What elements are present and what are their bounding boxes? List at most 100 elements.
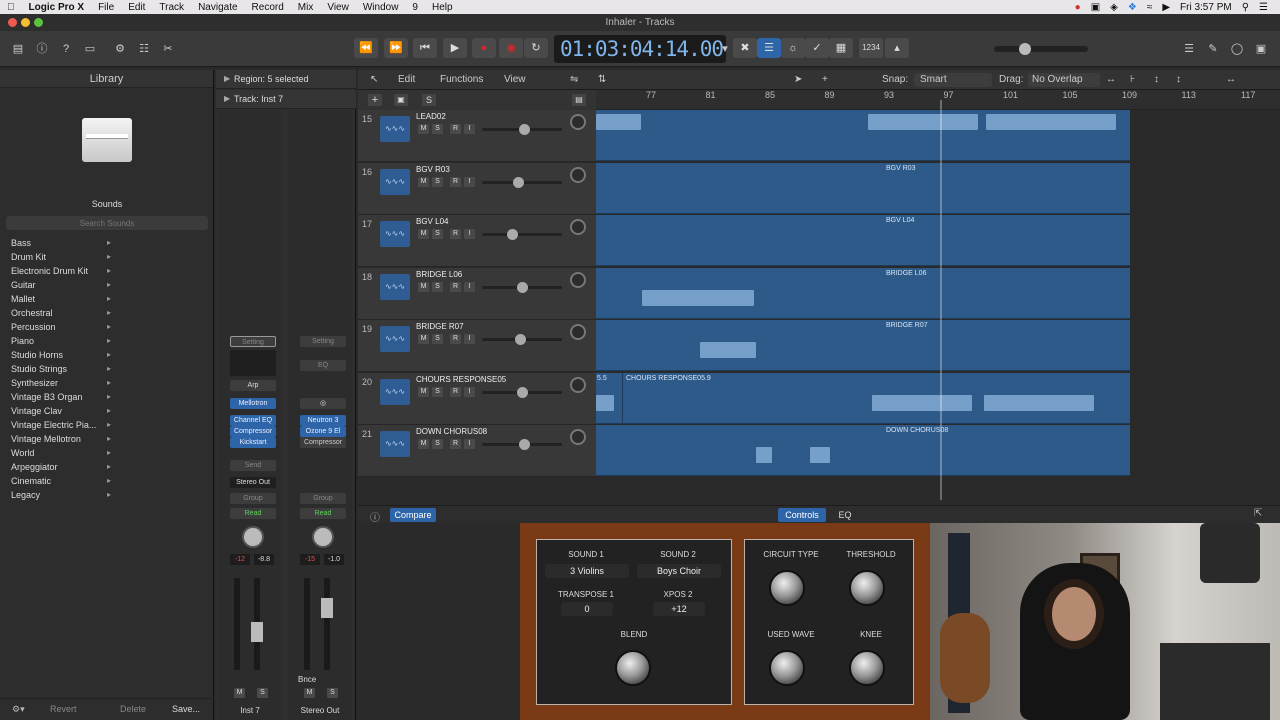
loop-browser-icon[interactable]: ◯: [1228, 40, 1246, 58]
track-volume-slider[interactable]: [482, 124, 562, 135]
track-name[interactable]: BRIDGE R07: [416, 322, 464, 331]
wifi-icon[interactable]: ≈: [1147, 2, 1153, 13]
track-pan-knob[interactable]: [570, 429, 586, 445]
track-header[interactable]: 21 ∿∿∿ DOWN CHORUS08 M S R I: [358, 425, 596, 477]
audio-fx-slot-2[interactable]: Compressor: [230, 426, 276, 437]
track-header[interactable]: 15 ∿∿∿ LEAD02 M S R I: [358, 110, 596, 162]
track-mute-button[interactable]: M: [418, 386, 429, 397]
track-volume-slider[interactable]: [482, 281, 562, 293]
cpu-meter[interactable]: 1234: [859, 38, 883, 58]
dropbox-icon[interactable]: ❖: [1128, 2, 1137, 13]
track-solo-button[interactable]: S: [432, 386, 443, 397]
menu-app-name[interactable]: Logic Pro X: [22, 2, 92, 13]
replace-button[interactable]: ◉: [499, 38, 523, 58]
bounce-button[interactable]: Bnce: [298, 675, 316, 684]
smart-controls-icon[interactable]: ⚙: [111, 40, 129, 58]
audio-region[interactable]: BRIDGE L06: [596, 267, 1130, 319]
menu-track[interactable]: Track: [152, 2, 191, 13]
track-volume-knob[interactable]: [515, 334, 526, 345]
group-slot[interactable]: Group: [230, 493, 276, 504]
status-icon-shield[interactable]: ◈: [1110, 2, 1118, 13]
track-volume-slider[interactable]: [482, 334, 562, 345]
vertical-fit-icon[interactable]: ↕: [1154, 74, 1159, 85]
library-category-item[interactable]: Guitar ▸: [11, 280, 111, 290]
library-category-item[interactable]: Studio Strings ▸: [11, 364, 111, 374]
library-category-item[interactable]: Electronic Drum Kit ▸: [11, 266, 111, 276]
track-header[interactable]: 20 ∿∿∿ CHOURS RESPONSE05 M S R I: [358, 372, 596, 425]
audio-fx-slot-2[interactable]: Ozone 9 El: [300, 426, 346, 437]
duplicate-track-icon[interactable]: ▣: [394, 94, 408, 106]
track-record-enable-button[interactable]: R: [450, 229, 461, 239]
track-pan-knob[interactable]: [570, 219, 586, 235]
search-sounds-input[interactable]: [6, 216, 208, 230]
audio-fx-slot-3[interactable]: Kickstart: [230, 437, 276, 448]
track-record-enable-button[interactable]: R: [450, 334, 461, 344]
rewind-button[interactable]: ⏪: [354, 38, 378, 58]
autopunch-button[interactable]: ✖: [733, 38, 757, 58]
solo-button[interactable]: ☼: [781, 38, 805, 58]
track-volume-knob[interactable]: [519, 124, 530, 135]
menu-edit[interactable]: Edit: [121, 2, 152, 13]
track-solo-button[interactable]: S: [432, 439, 443, 449]
region-inspector-header[interactable]: ▶ Region: 5 selected: [216, 70, 356, 89]
functions-menu[interactable]: Functions: [440, 74, 483, 85]
library-category-item[interactable]: Arpeggiator ▸: [11, 462, 111, 472]
link-icon[interactable]: ◎: [300, 398, 346, 409]
apple-icon[interactable]: : [0, 2, 22, 13]
pan-knob[interactable]: [312, 526, 334, 548]
view-menu[interactable]: View: [504, 74, 526, 85]
eq-thumbnail[interactable]: [230, 350, 276, 376]
track-pan-knob[interactable]: [570, 166, 586, 183]
catch-icon[interactable]: ⇋: [570, 74, 578, 85]
track-record-enable-button[interactable]: R: [450, 439, 461, 449]
editors-icon[interactable]: ✂: [159, 40, 177, 58]
track-header[interactable]: 17 ∿∿∿ BGV L04 M S R I: [358, 215, 596, 267]
track-volume-knob[interactable]: [513, 176, 524, 188]
zoom-horizontal-icon[interactable]: ↔: [1106, 74, 1116, 85]
track-name[interactable]: BRIDGE L06: [416, 270, 462, 279]
mute-button[interactable]: M: [234, 688, 245, 698]
compare-button[interactable]: Compare: [390, 508, 436, 522]
track-pan-knob[interactable]: [570, 271, 586, 288]
track-input-monitor-button[interactable]: I: [464, 229, 475, 239]
threshold-knob[interactable]: [849, 570, 885, 606]
save-button[interactable]: Save...: [172, 704, 200, 714]
track-mute-button[interactable]: M: [418, 176, 429, 187]
track-record-enable-button[interactable]: R: [450, 124, 461, 134]
blend-knob[interactable]: [615, 650, 651, 686]
used-wave-knob[interactable]: [769, 650, 805, 686]
menu-help[interactable]: Help: [425, 2, 460, 13]
library-category-item[interactable]: Cinematic ▸: [11, 476, 111, 486]
track-volume-knob[interactable]: [507, 229, 518, 240]
delete-button[interactable]: Delete: [120, 704, 146, 714]
setting-button[interactable]: Setting: [230, 336, 276, 347]
library-category-item[interactable]: Synthesizer ▸: [11, 378, 111, 388]
snap-select[interactable]: Smart: [914, 73, 992, 87]
audio-region[interactable]: BRIDGE R07: [596, 320, 1130, 371]
xpos-stepper[interactable]: +12: [653, 602, 705, 616]
revert-button[interactable]: Revert: [50, 704, 77, 714]
add-track-button[interactable]: +: [368, 94, 382, 106]
search-icon[interactable]: ⚲: [1242, 2, 1249, 13]
master-volume-slider[interactable]: [994, 43, 1088, 55]
arp-slot[interactable]: Arp: [230, 380, 276, 391]
transport-lcd[interactable]: 01:03:04:14.00: [554, 35, 726, 63]
track-solo-button[interactable]: S: [432, 334, 443, 344]
track-inspector-header[interactable]: ▶ Track: Inst 7: [216, 90, 356, 109]
cycle-button[interactable]: ↻: [524, 38, 548, 58]
audio-region[interactable]: DOWN CHORUS08: [596, 425, 1130, 476]
close-window-icon[interactable]: [8, 18, 17, 27]
audio-fx-slot-1[interactable]: Neutron 3: [300, 415, 346, 426]
controls-tab[interactable]: Controls: [778, 508, 826, 522]
track-record-enable-button[interactable]: R: [450, 176, 461, 187]
sound1-select[interactable]: 3 Violins: [545, 564, 629, 578]
library-category-item[interactable]: Vintage Electric Pia... ▸: [11, 420, 111, 430]
list-icon[interactable]: ☰: [1259, 2, 1268, 13]
volume-fader-track[interactable]: [321, 578, 333, 670]
menu-view[interactable]: View: [320, 2, 356, 13]
disclosure-triangle-icon[interactable]: ▶: [224, 74, 230, 83]
track-pan-knob[interactable]: [570, 376, 586, 393]
global-solo-icon[interactable]: S: [422, 94, 436, 106]
track-name[interactable]: BGV L04: [416, 217, 448, 226]
vertical-zoom-icon[interactable]: ↕: [1176, 74, 1181, 85]
